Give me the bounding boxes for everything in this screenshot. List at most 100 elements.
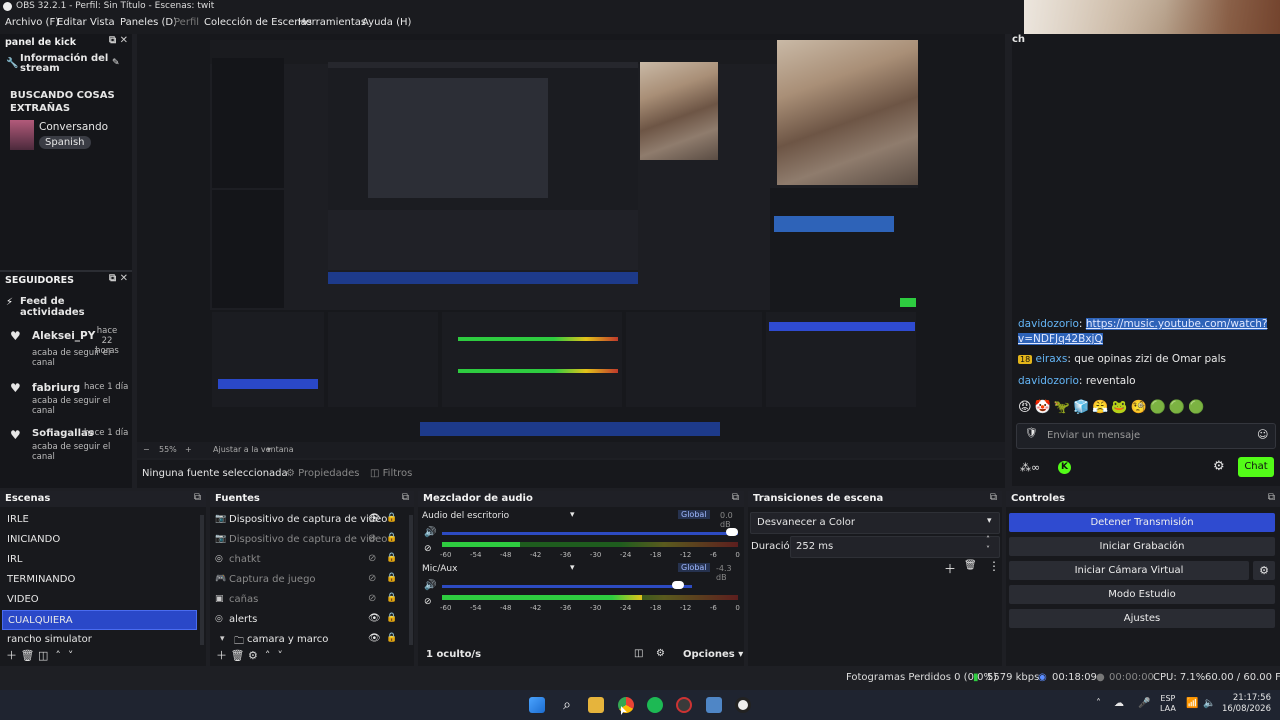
volume-slider-handle[interactable] <box>672 581 684 589</box>
source-item[interactable]: ▣ cañas ⊘ 🔒 <box>210 590 405 610</box>
properties-button[interactable]: ⚙ Propiedades <box>286 468 359 479</box>
eye-off-icon[interactable]: ⊘ <box>368 573 376 584</box>
chat-input[interactable]: 🛡 Enviar un mensaje ☺ <box>1016 423 1276 449</box>
volume-slider[interactable] <box>442 532 738 535</box>
source-item[interactable]: ◎ alerts 👁 🔒 <box>210 610 405 630</box>
tray-chevron-icon[interactable]: ˄ <box>1096 698 1101 709</box>
chat-link[interactable]: https://music.youtube.com/watch? <box>1085 318 1268 330</box>
eye-icon[interactable]: 👁 <box>368 613 381 624</box>
lock-icon[interactable]: 🔒 <box>386 613 397 623</box>
trash-icon[interactable]: 🗑 <box>231 649 245 662</box>
mute-icon[interactable]: ⊘ <box>424 597 432 607</box>
mute-icon[interactable]: ⊘ <box>424 544 432 554</box>
viewers-icon[interactable]: ⁂∞ <box>1020 461 1040 474</box>
windows-start-icon[interactable] <box>529 697 545 713</box>
menu-archivo[interactable]: Archivo (F) <box>5 17 59 28</box>
eye-off-icon[interactable]: ⊘ <box>368 553 376 564</box>
spinner-icon[interactable]: ˄ ˅ <box>986 535 990 555</box>
chat-link-cont[interactable]: v=NDFJq42BxjQ <box>1018 333 1103 345</box>
search-icon[interactable]: ⌕ <box>559 697 575 713</box>
chrome-icon[interactable] <box>618 697 634 713</box>
sources-scrollbar[interactable] <box>409 515 413 645</box>
wifi-icon[interactable]: 📶 <box>1186 698 1198 709</box>
source-item[interactable]: ◎ chatkt ⊘ 🔒 <box>210 550 405 570</box>
filters-button[interactable]: ◫ Filtros <box>370 468 412 479</box>
app-icon[interactable] <box>676 697 692 713</box>
start-virtual-camera-button[interactable]: Iniciar Cámara Virtual <box>1009 561 1249 580</box>
add-icon[interactable]: ＋ <box>944 560 956 577</box>
lock-icon[interactable]: 🔒 <box>386 593 397 603</box>
dock-float-icon[interactable]: ⧉ <box>732 492 739 503</box>
lock-icon[interactable]: 🔒 <box>386 553 397 563</box>
dock-float-icon[interactable]: ⧉ <box>990 492 997 503</box>
volume-slider[interactable] <box>442 585 692 588</box>
down-arrow-icon[interactable]: ˅ <box>277 649 283 662</box>
gear-icon[interactable]: ⚙ <box>248 649 258 662</box>
start-recording-button[interactable]: Iniciar Grabación <box>1009 537 1275 556</box>
duration-input[interactable]: 252 ms ˄ ˅ <box>790 535 1000 558</box>
source-item[interactable]: 🎮 Captura de juego ⊘ 🔒 <box>210 570 405 590</box>
source-group-item[interactable]: ▾ 🗀 camara y marco 👁 🔒 <box>210 630 405 644</box>
add-icon[interactable]: ＋ <box>6 649 17 662</box>
menu-herramientas[interactable]: Herramientas <box>298 17 366 28</box>
scene-item[interactable]: TERMINANDO <box>2 570 197 590</box>
settings-gear-icon[interactable]: ⚙ <box>1213 459 1225 474</box>
chevron-down-icon[interactable]: ▾ <box>220 634 230 644</box>
mixer-settings-icon[interactable]: ⚙ <box>656 648 665 659</box>
chevron-down-icon[interactable]: ▾ <box>267 445 271 454</box>
spotify-icon[interactable] <box>647 697 663 713</box>
menu-vista[interactable]: Vista <box>90 17 115 28</box>
lock-icon[interactable]: 🔒 <box>386 513 397 523</box>
file-explorer-icon[interactable] <box>588 697 604 713</box>
photos-icon[interactable] <box>706 697 722 713</box>
up-arrow-icon[interactable]: ˄ <box>55 649 61 662</box>
menu-editar[interactable]: Editar <box>57 17 87 28</box>
menu-coleccion[interactable]: Colección de Escenas <box>204 17 312 28</box>
scene-item[interactable]: IRLE <box>2 510 197 530</box>
zoom-out-icon[interactable]: − <box>143 445 150 454</box>
zoom-in-icon[interactable]: + <box>185 445 192 454</box>
scenes-scrollbar[interactable] <box>200 515 204 645</box>
settings-button[interactable]: Ajustes <box>1009 609 1275 628</box>
channel-badge[interactable]: Global <box>678 510 710 519</box>
eye-icon[interactable]: 👁 <box>368 633 381 644</box>
lock-icon[interactable]: 🔒 <box>386 533 397 543</box>
edit-icon[interactable]: ✎ <box>112 58 120 68</box>
trash-icon[interactable]: 🗑 <box>21 649 35 662</box>
dock-float-icon[interactable]: ⧉ <box>1268 492 1275 503</box>
dock-float-icon[interactable]: ⧉ <box>402 492 409 503</box>
more-vertical-icon[interactable]: ⋮ <box>988 559 1000 573</box>
volume-icon[interactable]: 🔊 <box>424 527 436 538</box>
chevron-down-icon[interactable]: ▾ <box>570 510 575 520</box>
channel-badge[interactable]: Global <box>678 563 710 572</box>
chat-username[interactable]: eiraxs <box>1036 353 1068 365</box>
filter-icon[interactable]: ◫ <box>38 649 48 662</box>
panel-float-close-icons[interactable]: ⧉ ✕ <box>109 35 128 46</box>
menu-perfil[interactable]: Perfil <box>174 17 199 28</box>
dock-float-icon[interactable]: ⧉ <box>194 492 201 503</box>
layout-icon[interactable]: ◫ <box>634 648 643 659</box>
eye-off-icon[interactable]: ⊘ <box>368 593 376 604</box>
mixer-options-button[interactable]: Opciones ▾ <box>683 649 743 660</box>
down-arrow-icon[interactable]: ˅ <box>68 649 74 662</box>
scene-item[interactable]: INICIANDO <box>2 530 197 550</box>
mic-icon[interactable]: 🎤 <box>1138 698 1150 709</box>
up-arrow-icon[interactable]: ˄ <box>265 649 271 662</box>
language-indicator[interactable]: ESP LAA <box>1160 694 1176 714</box>
scene-item[interactable]: rancho simulator <box>2 630 197 644</box>
chat-username[interactable]: davidozorio <box>1018 375 1079 387</box>
speaker-icon[interactable]: 🔈 <box>1203 698 1215 709</box>
zoom-fit-select[interactable]: Ajustar a la ventana <box>213 445 294 454</box>
emoji-icon[interactable]: ☺ <box>1257 428 1268 441</box>
source-item[interactable]: 📷 Dispositivo de captura de video 👁 🔒 <box>210 510 405 530</box>
obs-taskbar-icon[interactable] <box>735 697 751 713</box>
menu-ayuda[interactable]: Ayuda (H) <box>362 17 411 28</box>
virtual-camera-gear-icon[interactable]: ⚙ <box>1253 561 1275 580</box>
lock-icon[interactable]: 🔒 <box>386 633 397 643</box>
chevron-down-icon[interactable]: ▾ <box>570 563 575 573</box>
volume-slider-handle[interactable] <box>726 528 738 536</box>
volume-icon[interactable]: 🔊 <box>424 580 436 591</box>
transition-select[interactable]: Desvanecer a Color ▾ <box>750 512 1000 534</box>
eye-icon[interactable]: 👁 <box>368 513 381 524</box>
scene-item[interactable]: IRL <box>2 550 197 570</box>
